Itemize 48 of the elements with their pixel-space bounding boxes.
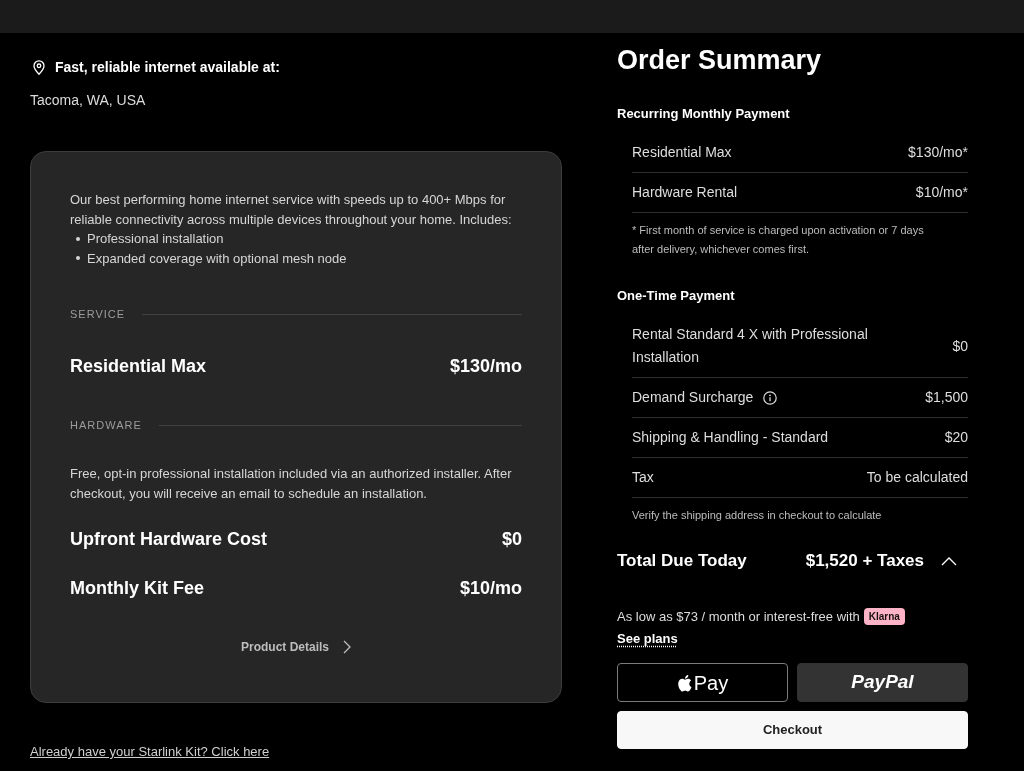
- group-heading: One-Time Payment: [617, 287, 736, 305]
- klarna-badge: Klarna: [863, 608, 905, 626]
- financing-text: As low as $73 / month or interest-free with: [617, 609, 860, 625]
- summary-amount: $20: [944, 428, 968, 447]
- feature-text: Professional installation: [87, 230, 224, 248]
- summary-amount: $1,500: [925, 388, 968, 407]
- summary-label: Shipping & Handling - Standard: [632, 428, 829, 447]
- plan-item-price: $130/mo: [449, 355, 522, 378]
- summary-amount: $10/mo*: [915, 183, 968, 202]
- bullet-icon: [76, 236, 80, 241]
- availability-heading: Fast, reliable internet available at:: [55, 58, 280, 77]
- total-label: Total Due Today: [617, 550, 748, 572]
- summary-label: Hardware Rental: [632, 183, 738, 202]
- info-icon[interactable]: [763, 390, 778, 405]
- summary-amount: $0: [952, 336, 968, 356]
- location-pin-icon: [33, 59, 45, 75]
- see-plans-link[interactable]: See plans: [617, 631, 678, 647]
- address-text: Tacoma, WA, USA: [30, 91, 147, 110]
- plan-item-price: $0: [501, 528, 522, 551]
- plan-description: Our best performing home internet service with speeds up to 400+ Mbps for reliable connectivity across multiple devices throughout your home. Includes:: [70, 191, 513, 229]
- apple-icon: [676, 673, 692, 692]
- plan-item-name: Monthly Kit Fee: [70, 577, 204, 600]
- summary-note: * First month of service is charged upon activation or 7 days after delivery, whichever comes first.: [632, 223, 925, 257]
- summary-amount: To be calculated: [866, 468, 968, 487]
- summary-label: Rental Standard 4 X with Professional Installation: [632, 325, 869, 367]
- checkout-button[interactable]: Checkout: [617, 711, 968, 750]
- summary-note: Verify the shipping address in checkout to calculate: [632, 508, 883, 523]
- kit-link[interactable]: Already have your Starlink Kit? Click here: [30, 742, 270, 762]
- plan-item-price: $10/mo: [459, 577, 522, 600]
- feature-text: Expanded coverage with optional mesh node: [87, 249, 347, 268]
- bullet-icon: [76, 256, 80, 261]
- summary-label: Demand Surcharge: [632, 388, 754, 407]
- product-details-link[interactable]: Product Details: [241, 638, 351, 656]
- chevron-up-icon[interactable]: [941, 556, 957, 566]
- plan-item-name: Upfront Hardware Cost: [70, 528, 267, 551]
- summary-label: Residential Max: [632, 143, 732, 162]
- apple-pay-button[interactable]: Pay: [617, 663, 788, 703]
- installation-note: Free, opt-in professional installation included via an authorized installer. After checkout, you will receive an email to schedule an installation.: [70, 465, 513, 503]
- section-label: HARDWARE: [70, 418, 142, 433]
- summary-label: Tax: [632, 468, 654, 487]
- summary-amount: $130/mo*: [908, 143, 968, 162]
- total-amount: $1,520 + Taxes: [805, 550, 924, 572]
- section-label: SERVICE: [70, 307, 126, 322]
- plan-item-name: Residential Max: [70, 355, 207, 378]
- chevron-right-icon: [343, 640, 351, 654]
- paypal-button[interactable]: PayPal: [797, 663, 968, 703]
- group-heading: Recurring Monthly Payment: [617, 105, 791, 123]
- order-summary-title: Order Summary: [617, 44, 823, 77]
